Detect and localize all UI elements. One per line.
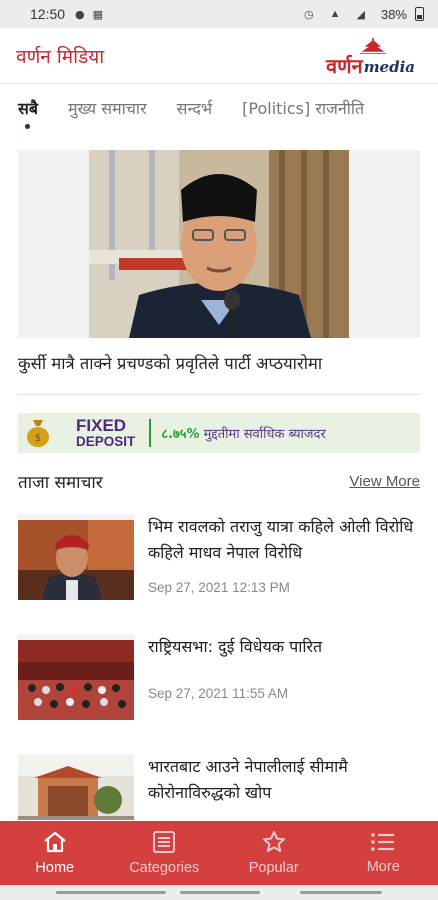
star-icon <box>262 831 285 852</box>
status-right: ◷ ▲ ◢ 38% <box>304 7 424 22</box>
nav-home[interactable]: Home <box>0 821 110 885</box>
gesture-segment <box>180 891 260 894</box>
status-bar: 12:50 ● ▦ ◷ ▲ ◢ 38% <box>0 0 438 28</box>
tab-politics[interactable]: [Politics] राजनीति <box>242 97 364 119</box>
news-date: Sep 27, 2021 11:55 AM <box>148 686 289 701</box>
home-icon <box>44 831 66 853</box>
news-thumbnail <box>18 754 134 820</box>
nav-more[interactable]: More <box>329 821 438 885</box>
nav-popular-label: Popular <box>248 860 299 876</box>
news-title[interactable]: राष्ट्रियसभा: दुई विधेयक पारित <box>148 634 420 660</box>
notification-icon: ▦ <box>92 7 104 21</box>
battery-percent: 38% <box>380 6 407 22</box>
divider <box>18 394 420 395</box>
svg-text:$: $ <box>35 433 41 444</box>
view-more-link[interactable]: View More <box>349 473 420 490</box>
ad-line2: DEPOSIT <box>76 434 136 450</box>
featured-photo <box>89 150 349 338</box>
tab-all[interactable]: सबै <box>18 97 38 129</box>
section-title: ताजा समाचार <box>18 472 103 493</box>
temple-logo-icon <box>360 37 386 54</box>
bottom-nav: Home Categories Popular More <box>0 821 438 885</box>
category-tabs: सबै मुख्य समाचार सन्दर्भ [Politics] राजन… <box>0 86 438 130</box>
nav-more-label: More <box>366 859 400 875</box>
app-bar: वर्णन मिडिया वर्णन media <box>0 28 438 84</box>
gesture-segment <box>56 891 166 894</box>
ad-product: FIXED DEPOSIT <box>76 417 135 449</box>
nav-home-label: Home <box>35 860 75 876</box>
list-item[interactable]: भिम रावलको तराजु यात्रा कहिले ओली विरोधि… <box>18 506 420 610</box>
app-title: वर्णन मिडिया <box>16 45 105 68</box>
list-icon <box>153 831 176 853</box>
news-date: Sep 27, 2021 12:13 PM <box>148 580 290 595</box>
fixed-deposit-ad[interactable]: $ FIXED DEPOSIT ८.७५% मुद्दतीमा सर्वाधिक… <box>18 413 420 453</box>
money-bag-icon: $ <box>18 413 58 453</box>
tab-context[interactable]: सन्दर्भ <box>177 97 213 119</box>
brand-logo[interactable]: वर्णन media <box>326 36 422 76</box>
news-title[interactable]: भिम रावलको तराजु यात्रा कहिले ओली विरोधि… <box>148 514 420 566</box>
battery-icon <box>415 7 424 21</box>
news-photo-3 <box>18 760 134 820</box>
nav-categories-label: Categories <box>129 860 200 876</box>
ad-line1: FIXED <box>76 416 127 436</box>
location-icon: ● <box>75 7 85 21</box>
menu-icon <box>371 833 395 851</box>
logo-text-en: media <box>363 57 416 76</box>
news-photo-2 <box>18 640 134 720</box>
signal-icon: ◢ <box>356 8 365 21</box>
news-thumbnail <box>18 634 134 720</box>
ad-separator <box>149 419 152 447</box>
list-item[interactable]: राष्ट्रियसभा: दुई विधेयक पारित Sep 27, 2… <box>18 626 420 730</box>
news-thumbnail <box>18 514 134 600</box>
gesture-segment <box>300 891 382 894</box>
ad-offer-text: मुद्दतीमा सर्वाधिक ब्याजदर <box>203 427 326 442</box>
alarm-icon: ◷ <box>304 8 314 21</box>
wifi-icon: ▲ <box>329 8 341 20</box>
news-title[interactable]: भारतबाट आउने नेपालीलाई सीमामै कोरोनाविरु… <box>148 754 420 806</box>
featured-image[interactable] <box>18 150 420 338</box>
news-photo-1 <box>18 520 134 600</box>
status-time: 12:50 <box>30 6 66 22</box>
list-item[interactable]: भारतबाट आउने नेपालीलाई सीमामै कोरोनाविरु… <box>18 746 420 820</box>
ad-offer: ८.७५% मुद्दतीमा सर्वाधिक ब्याजदर <box>161 424 326 442</box>
featured-title[interactable]: कुर्सी मात्रै ताक्ने प्रचण्डको प्रवृतिले… <box>18 352 422 376</box>
tab-main-news[interactable]: मुख्य समाचार <box>68 97 147 119</box>
logo-text-np: वर्णन <box>326 53 363 78</box>
latest-news-header: ताजा समाचार View More <box>18 469 420 493</box>
nav-popular[interactable]: Popular <box>219 821 329 885</box>
ad-offer-rate: ८.७५% <box>161 427 200 442</box>
nav-categories[interactable]: Categories <box>110 821 220 885</box>
system-nav-bar <box>0 885 438 900</box>
